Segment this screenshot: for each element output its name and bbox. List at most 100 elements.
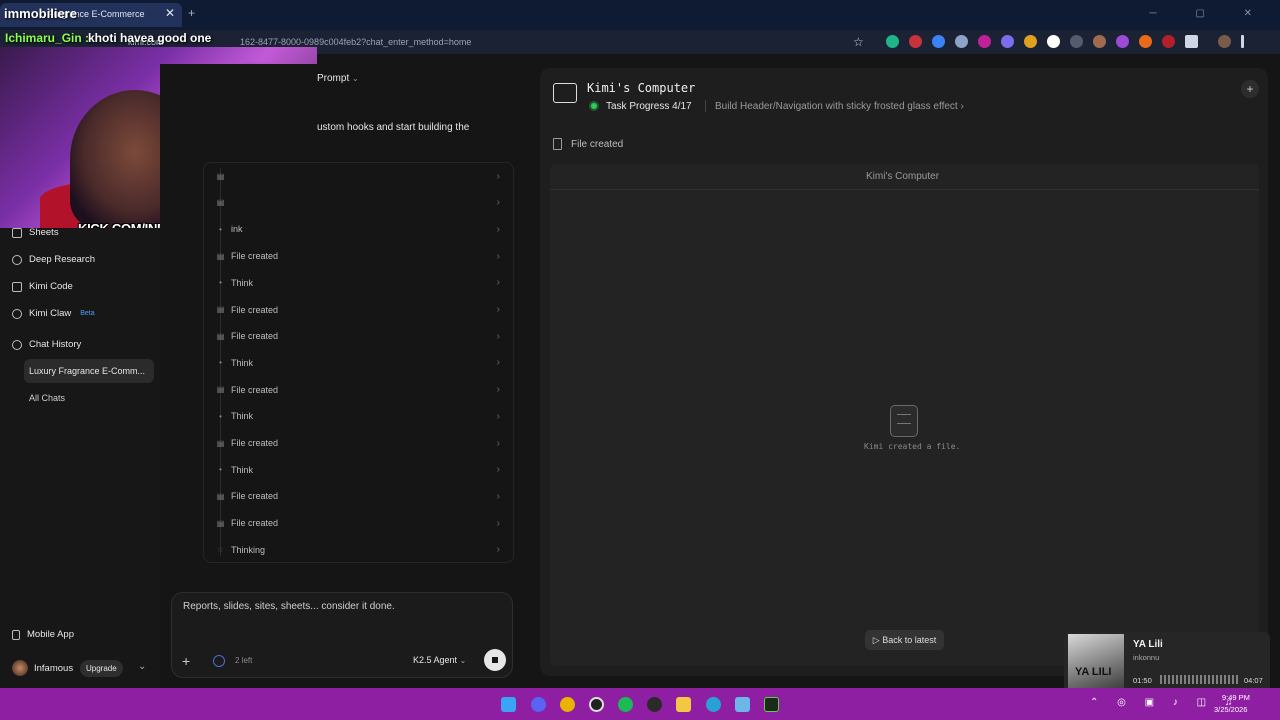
dot-icon: •: [219, 465, 222, 475]
back-to-latest-button[interactable]: ▷ Back to latest: [865, 630, 944, 650]
timeline-step[interactable]: ▤ ›: [216, 193, 506, 213]
stream-chat-message: khoti havea good one: [88, 31, 212, 45]
step-label: Think: [231, 277, 254, 288]
tab-close-icon[interactable]: ✕: [165, 6, 175, 20]
timeline-step[interactable]: ▤ File created ›: [216, 380, 506, 400]
claw-icon: [12, 308, 22, 319]
timeline-step[interactable]: • Think ›: [216, 460, 506, 480]
sidebar-item-deep-research[interactable]: Deep Research: [12, 254, 95, 265]
extension-icon[interactable]: [1093, 35, 1106, 48]
sidebar-item-label: Kimi Claw: [29, 308, 72, 319]
prompt-dropdown[interactable]: Prompt ⌄: [317, 73, 359, 84]
timeline-step[interactable]: • Think ›: [216, 406, 506, 426]
sidebar-item-label: Sheets: [29, 227, 59, 238]
file-icon: ▤: [216, 331, 225, 341]
timeline-step[interactable]: • ink ›: [216, 219, 506, 239]
obs-icon[interactable]: [589, 697, 604, 712]
all-chats-link[interactable]: All Chats: [29, 393, 65, 403]
song-title: YA Lili: [1133, 639, 1163, 650]
dot-icon: •: [219, 411, 222, 421]
timeline-step[interactable]: ▤ File created ›: [216, 300, 506, 320]
dot-icon: •: [219, 224, 222, 234]
bookmark-star-icon[interactable]: ☆: [853, 35, 864, 49]
timeline-step[interactable]: • Think ›: [216, 273, 506, 293]
extension-icon[interactable]: [1047, 35, 1060, 48]
extension-icon[interactable]: [1070, 35, 1083, 48]
step-label: File created: [231, 384, 279, 395]
extension-icon[interactable]: [955, 35, 968, 48]
composer-input[interactable]: Reports, slides, sites, sheets... consid…: [183, 601, 395, 612]
chevron-right-icon: ›: [960, 101, 964, 112]
file-icon: ▤: [216, 305, 225, 314]
file-icon: ▤: [216, 251, 225, 261]
file-viewer-title: Kimi's Computer: [866, 171, 940, 182]
step-label: Think: [231, 411, 254, 422]
chevron-right-icon: ›: [496, 277, 500, 289]
album-cover-text: YA LILI: [1075, 666, 1112, 678]
beta-badge: Beta: [80, 310, 95, 317]
remote-desktop-icon[interactable]: [735, 697, 750, 712]
extension-icon[interactable]: [886, 35, 899, 48]
dot-icon: •: [219, 358, 222, 368]
timeline-step[interactable]: ▤ File created ›: [216, 326, 506, 346]
browser-menu-icon[interactable]: [1241, 35, 1244, 48]
timeline-step[interactable]: ▤ File created ›: [216, 486, 506, 506]
back-to-latest-label: Back to latest: [882, 635, 937, 645]
extension-icon[interactable]: [1162, 35, 1175, 48]
current-task-label: Build Header/Navigation with sticky fros…: [715, 101, 958, 112]
discord-icon[interactable]: [531, 697, 546, 712]
avatar[interactable]: [12, 660, 28, 676]
step-label: ink: [231, 224, 243, 235]
sidebar-item-kimi-claw[interactable]: Kimi Claw Beta: [12, 308, 95, 319]
assistant-message: ustom hooks and start building the: [317, 122, 470, 133]
chevron-right-icon: ›: [496, 304, 500, 315]
extensions-puzzle-icon[interactable]: [1185, 35, 1198, 48]
expand-icon[interactable]: +: [1241, 80, 1259, 98]
add-attachment-icon[interactable]: +: [182, 653, 190, 669]
chevron-right-icon: ›: [496, 197, 500, 209]
agent-selector[interactable]: K2.5 Agent ⌄: [413, 655, 466, 665]
step-label: Thinking: [231, 544, 266, 555]
extension-icon[interactable]: [1116, 35, 1129, 48]
timeline-step[interactable]: ▤ File created ›: [216, 513, 506, 533]
chevron-right-icon: ›: [496, 170, 500, 182]
chevron-right-icon: ›: [496, 250, 500, 262]
current-task-link[interactable]: Build Header/Navigation with sticky fros…: [715, 101, 964, 112]
agent-label: K2.5 Agent: [413, 655, 458, 665]
timeline-step[interactable]: ◌ Thinking ›: [216, 540, 506, 560]
file-icon: [553, 138, 562, 150]
file-icon: ▤: [216, 491, 225, 501]
github-icon[interactable]: [647, 697, 662, 712]
step-label: File created: [231, 438, 279, 448]
sidebar-item-mobile-app[interactable]: Mobile App: [12, 629, 74, 640]
spotify-icon[interactable]: [618, 697, 633, 712]
research-icon: [12, 254, 22, 265]
chrome-icon[interactable]: [560, 697, 575, 712]
url-path: 162-8477-8000-0989c004feb2?chat_enter_me…: [240, 37, 472, 47]
sidebar-item-sheets[interactable]: Sheets: [12, 227, 59, 238]
extension-icon[interactable]: [1001, 35, 1014, 48]
timeline-step[interactable]: ▤ ›: [216, 166, 506, 186]
folder-icon[interactable]: [676, 697, 691, 712]
terminal-icon[interactable]: [764, 697, 779, 712]
new-tab-icon[interactable]: +: [188, 6, 195, 20]
play-icon: ▷: [872, 635, 880, 645]
extension-icon[interactable]: [1024, 35, 1037, 48]
upgrade-button[interactable]: Upgrade: [80, 660, 123, 677]
chat-history-header[interactable]: Chat History: [12, 339, 81, 350]
extension-icon[interactable]: [978, 35, 991, 48]
telegram-icon[interactable]: [706, 697, 721, 712]
sidebar-item-kimi-code[interactable]: Kimi Code: [12, 281, 73, 292]
timeline-step[interactable]: ▤ File created ›: [216, 246, 506, 266]
prompt-label: Prompt: [317, 73, 350, 84]
timeline-step[interactable]: • Think ›: [216, 353, 506, 373]
window-controls[interactable]: ─ ▢ ✕: [1150, 8, 1270, 19]
extension-icon[interactable]: [1139, 35, 1152, 48]
start-icon[interactable]: [501, 697, 516, 712]
sidebar-item-label: Mobile App: [27, 629, 75, 640]
extension-icon[interactable]: [932, 35, 945, 48]
extension-icon[interactable]: [909, 35, 922, 48]
profile-avatar-icon[interactable]: [1218, 35, 1231, 48]
chevron-down-icon[interactable]: ⌄: [138, 661, 146, 672]
timeline-step[interactable]: ▤ File created ›: [216, 433, 506, 453]
